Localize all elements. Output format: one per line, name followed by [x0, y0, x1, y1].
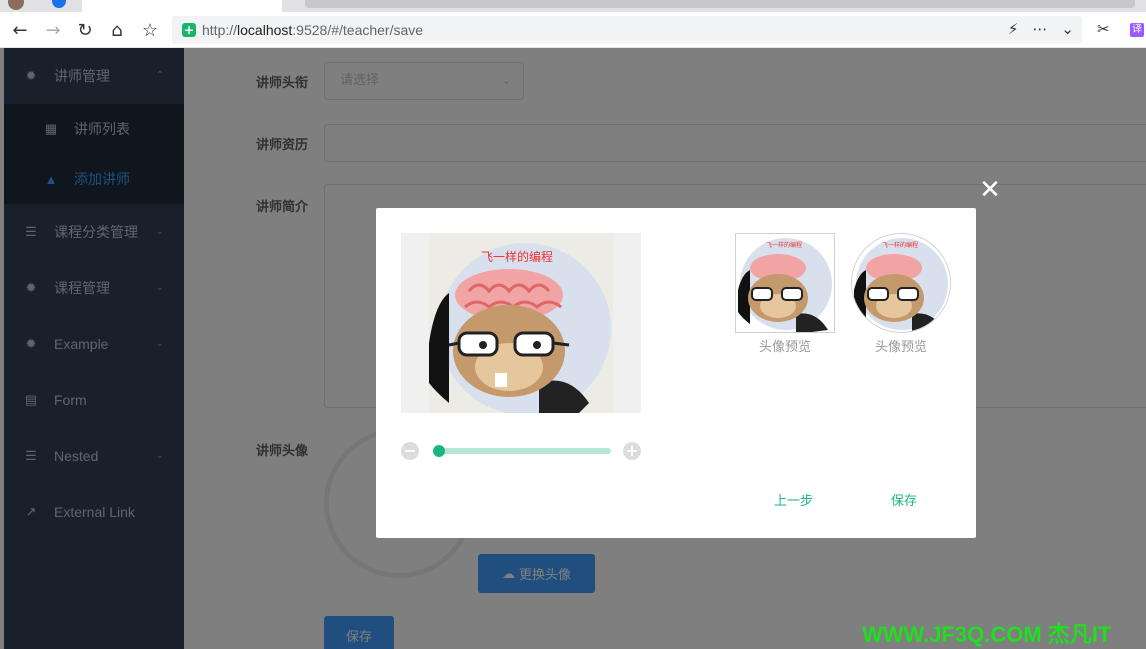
close-icon[interactable]: ✕ [978, 177, 1002, 203]
more-dots-icon[interactable]: ⋯ [1032, 20, 1047, 38]
profile-avatar-icon[interactable] [8, 0, 24, 10]
monkey-avatar-image: 飞一样的编程 [429, 233, 613, 413]
back-arrow-icon[interactable]: ← [8, 18, 32, 42]
lightning-icon[interactable]: ⚡︎ [1008, 20, 1019, 38]
reload-icon[interactable]: ↻ [73, 18, 97, 42]
favorites-star-icon[interactable]: ☆ [138, 18, 162, 42]
address-bar[interactable]: + http://localhost:9528/#/teacher/save ⚡… [172, 16, 1082, 44]
browser-toolbar: ← → ↻ ⌂ ☆ + http://localhost:9528/#/teac… [0, 12, 1146, 48]
preview-round-caption: 飞一样的编程 [882, 241, 918, 249]
preview-square: 飞一样的编程 头像预览 [735, 233, 835, 355]
browser-tab[interactable] [82, 0, 282, 12]
shield-icon[interactable]: + [182, 23, 196, 37]
preview-round-image: 飞一样的编程 [852, 234, 950, 332]
preview-square-image: 飞一样的编程 [736, 234, 834, 332]
crop-photo[interactable]: 飞一样的编程 [429, 233, 613, 413]
url-prefix: http:// [202, 22, 238, 38]
url-host: localhost [237, 22, 293, 38]
avatar-crop-dialog: 飞一样的编程 − + 飞一样的编程 头像预览 飞一样的编程 头像预览 上一步 保… [376, 208, 976, 538]
zoom-slider-track[interactable] [435, 448, 611, 454]
crop-area[interactable]: 飞一样的编程 [401, 233, 641, 413]
preview-round: 飞一样的编程 头像预览 [851, 233, 951, 355]
preview-square-caption: 飞一样的编程 [766, 241, 802, 249]
dialog-save-button[interactable]: 保存 [891, 490, 917, 509]
browser-tab-icon[interactable] [52, 0, 66, 8]
home-icon[interactable]: ⌂ [105, 18, 129, 42]
zoom-slider-handle[interactable] [432, 445, 445, 457]
preview-square-label: 头像预览 [758, 339, 811, 354]
url-text[interactable]: http://localhost:9528/#/teacher/save [202, 22, 423, 38]
browser-tab-strip [0, 0, 1146, 12]
scissors-icon[interactable]: ✂ [1097, 20, 1110, 38]
chevron-down-icon[interactable]: ⌄ [1061, 20, 1074, 38]
translate-icon[interactable]: 译 [1130, 23, 1144, 37]
zoom-control: − + [401, 442, 641, 462]
preview-square-frame: 飞一样的编程 [735, 233, 835, 333]
photo-caption: 飞一样的编程 [481, 249, 553, 264]
preview-round-frame: 飞一样的编程 [851, 233, 951, 333]
previous-step-button[interactable]: 上一步 [774, 490, 813, 509]
zoom-out-icon[interactable]: − [401, 442, 419, 460]
watermark-text: WWW.JF3Q.COM 杰凡IT [862, 622, 1112, 647]
preview-round-label: 头像预览 [874, 339, 927, 354]
forward-arrow-icon[interactable]: → [41, 18, 65, 42]
tab-scrollbar [305, 0, 1135, 8]
zoom-in-icon[interactable]: + [623, 442, 641, 460]
url-path: :9528/#/teacher/save [292, 22, 424, 38]
